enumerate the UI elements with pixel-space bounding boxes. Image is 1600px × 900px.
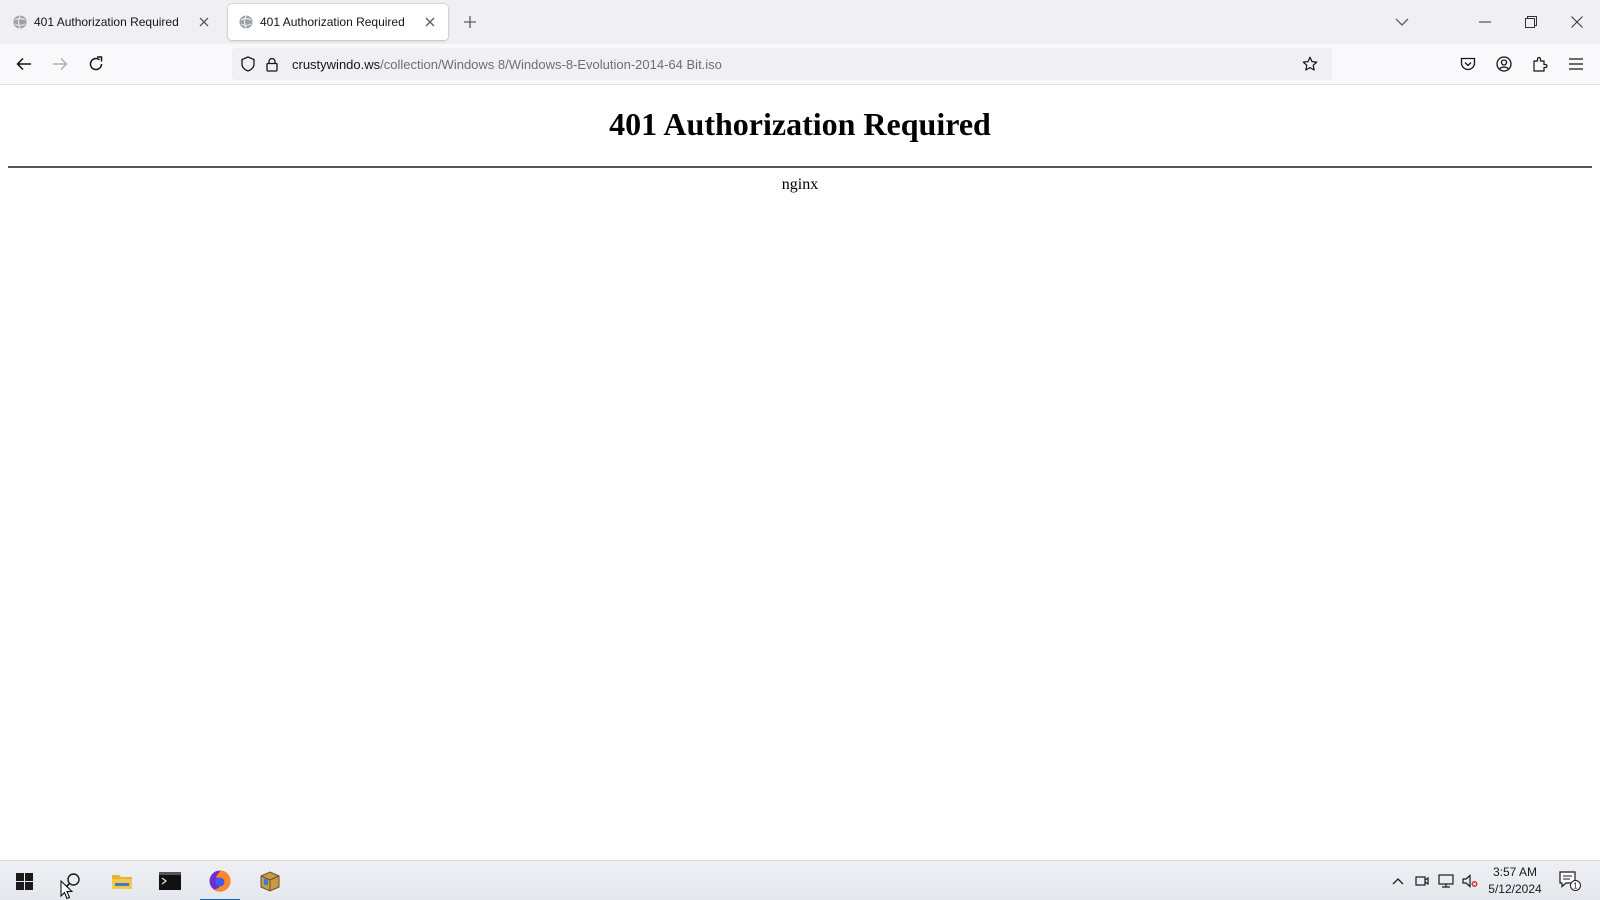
url-path: /collection/Windows 8/Windows-8-Evolutio… xyxy=(380,56,722,72)
volume-muted-icon[interactable] xyxy=(1460,871,1480,891)
page-title: 401 Authorization Required xyxy=(609,106,991,142)
mouse-cursor-icon xyxy=(60,880,74,900)
hamburger-menu-icon[interactable] xyxy=(1562,50,1590,78)
tab-401-first[interactable]: 401 Authorization Required xyxy=(2,4,222,40)
pocket-icon[interactable] xyxy=(1454,50,1482,78)
forward-arrow-icon[interactable] xyxy=(46,50,74,78)
list-all-tabs-chevron-icon[interactable] xyxy=(1392,12,1412,32)
reload-icon[interactable] xyxy=(82,50,110,78)
taskbar: 3:57 AM 5/12/2024 1 xyxy=(0,860,1600,900)
back-arrow-icon[interactable] xyxy=(10,50,38,78)
show-hidden-icons-chevron-up-icon[interactable] xyxy=(1388,871,1408,891)
close-tab-icon[interactable] xyxy=(420,12,440,32)
close-tab-icon[interactable] xyxy=(194,12,214,32)
page-content: 401 Authorization Required nginx xyxy=(0,85,1600,860)
firefox-browser-icon[interactable] xyxy=(196,861,244,900)
url-bar[interactable]: crustywindo.ws/collection/Windows 8/Wind… xyxy=(232,48,1332,80)
start-windows-icon[interactable] xyxy=(0,861,48,900)
url-domain: crustywindo.ws xyxy=(292,56,381,72)
close-window-icon[interactable] xyxy=(1554,0,1600,44)
terminal-icon[interactable] xyxy=(146,861,194,900)
file-explorer-folder-icon[interactable] xyxy=(98,861,146,900)
padlock-icon[interactable] xyxy=(264,56,280,72)
extensions-puzzle-icon[interactable] xyxy=(1526,50,1554,78)
divider xyxy=(8,166,1592,168)
new-tab-plus-icon[interactable] xyxy=(460,12,480,32)
restore-window-icon[interactable] xyxy=(1508,0,1554,44)
notification-count: 1 xyxy=(1573,882,1578,891)
network-icon[interactable] xyxy=(1436,871,1456,891)
navigation-toolbar: crustywindo.ws/collection/Windows 8/Wind… xyxy=(0,44,1600,85)
tab-strip: 401 Authorization Required 401 Authoriza… xyxy=(0,0,1600,44)
bookmark-star-icon[interactable] xyxy=(1300,54,1320,74)
globe-favicon-icon xyxy=(239,15,253,29)
action-center-notification-icon[interactable]: 1 xyxy=(1556,869,1584,893)
globe-favicon-icon xyxy=(13,15,27,29)
server-name: nginx xyxy=(781,176,819,193)
tab-title: 401 Authorization Required xyxy=(260,15,405,29)
clock-date: 5/12/2024 xyxy=(1488,882,1542,896)
package-installer-icon[interactable] xyxy=(246,861,294,900)
clock-time: 3:57 AM xyxy=(1492,865,1538,879)
account-icon[interactable] xyxy=(1490,50,1518,78)
url-text[interactable]: crustywindo.ws/collection/Windows 8/Wind… xyxy=(292,57,722,72)
webcam-icon[interactable] xyxy=(1412,871,1432,891)
taskbar-clock[interactable]: 3:57 AM 5/12/2024 xyxy=(1478,864,1552,898)
tab-401-active[interactable]: 401 Authorization Required xyxy=(228,4,448,40)
minimize-window-icon[interactable] xyxy=(1462,0,1508,44)
tab-title: 401 Authorization Required xyxy=(34,15,179,29)
tracking-protection-shield-icon[interactable] xyxy=(240,56,256,72)
